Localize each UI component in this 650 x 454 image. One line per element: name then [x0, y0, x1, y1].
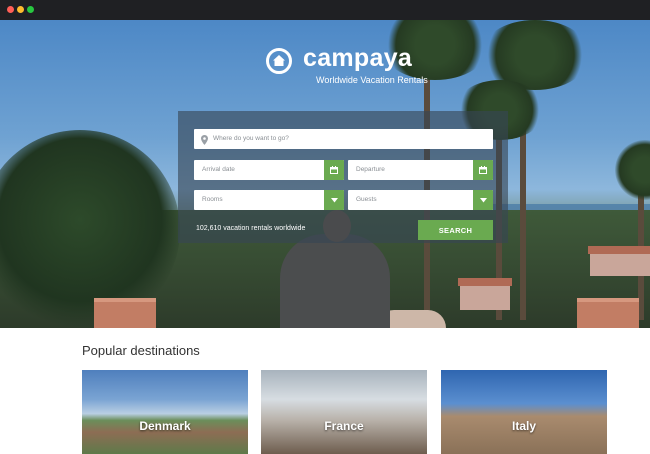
rooms-placeholder: Rooms	[202, 196, 223, 203]
destination-name: Denmark	[139, 419, 191, 433]
minimize-window-button[interactable]	[17, 6, 24, 13]
destination-name: Italy	[511, 419, 536, 433]
destination-card-france[interactable]: France	[261, 370, 427, 454]
rooms-dropdown-button[interactable]	[324, 190, 344, 210]
arrival-date-input[interactable]: Arrival date	[194, 160, 344, 180]
popular-destinations-heading: Popular destinations	[82, 343, 200, 358]
window-titlebar	[0, 0, 650, 20]
chevron-down-icon	[479, 197, 487, 202]
search-panel: Where do you want to go? Arrival date De…	[178, 111, 508, 243]
destination-card-denmark[interactable]: Denmark	[82, 370, 248, 454]
departure-calendar-button[interactable]	[473, 160, 493, 180]
departure-date-placeholder: Departure	[356, 166, 385, 173]
departure-date-input[interactable]: Departure	[348, 160, 493, 180]
rooms-select[interactable]: Rooms	[194, 190, 344, 210]
search-button[interactable]: SEARCH	[418, 220, 493, 240]
brand-name: campaya	[303, 44, 413, 72]
destination-placeholder: Where do you want to go?	[213, 135, 289, 142]
house-icon	[266, 48, 292, 74]
guests-dropdown-button[interactable]	[473, 190, 493, 210]
guests-select[interactable]: Guests	[348, 190, 493, 210]
chevron-down-icon	[330, 197, 338, 202]
rentals-count-text: 102,610 vacation rentals worldwide	[196, 225, 306, 232]
destination-card-italy[interactable]: Italy	[441, 370, 607, 454]
close-window-button[interactable]	[7, 6, 14, 13]
arrival-calendar-button[interactable]	[324, 160, 344, 180]
location-pin-icon	[201, 134, 208, 149]
destination-name: France	[324, 419, 364, 433]
guests-placeholder: Guests	[356, 196, 377, 203]
calendar-icon	[479, 166, 487, 174]
brand-tagline: Worldwide Vacation Rentals	[316, 75, 428, 85]
maximize-window-button[interactable]	[27, 6, 34, 13]
calendar-icon	[330, 166, 338, 174]
destination-input[interactable]: Where do you want to go?	[194, 129, 493, 149]
arrival-date-placeholder: Arrival date	[202, 166, 235, 173]
